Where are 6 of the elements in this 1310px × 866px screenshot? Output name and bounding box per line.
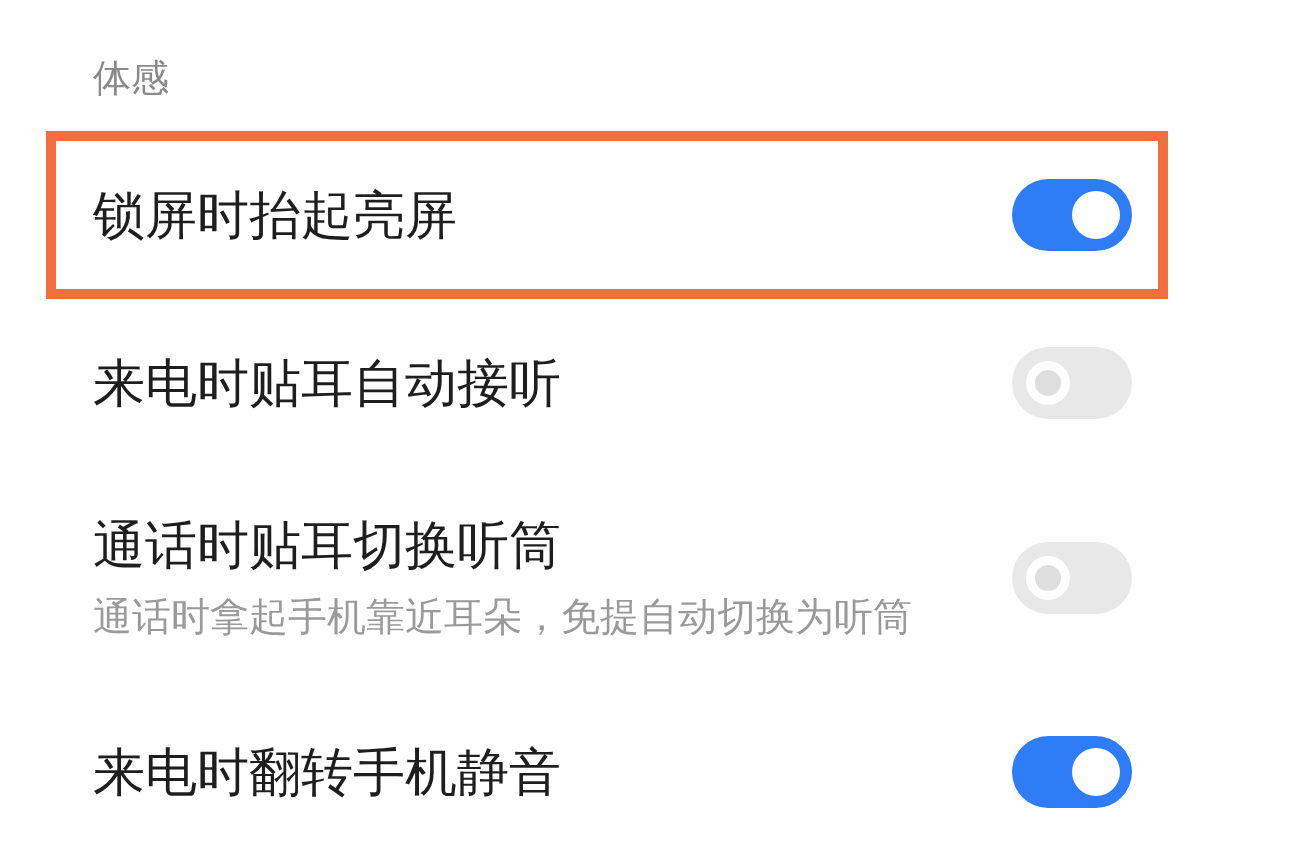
setting-title: 通话时贴耳切换听筒 [93,515,561,575]
section-header: 体感 [93,58,169,98]
setting-title: 来电时翻转手机静音 [93,742,561,802]
setting-title: 来电时贴耳自动接听 [93,353,561,413]
setting-description: 通话时拿起手机靠近耳朵，免提自动切换为听筒 [93,594,912,640]
setting-title: 锁屏时抬起亮屏 [93,185,457,245]
